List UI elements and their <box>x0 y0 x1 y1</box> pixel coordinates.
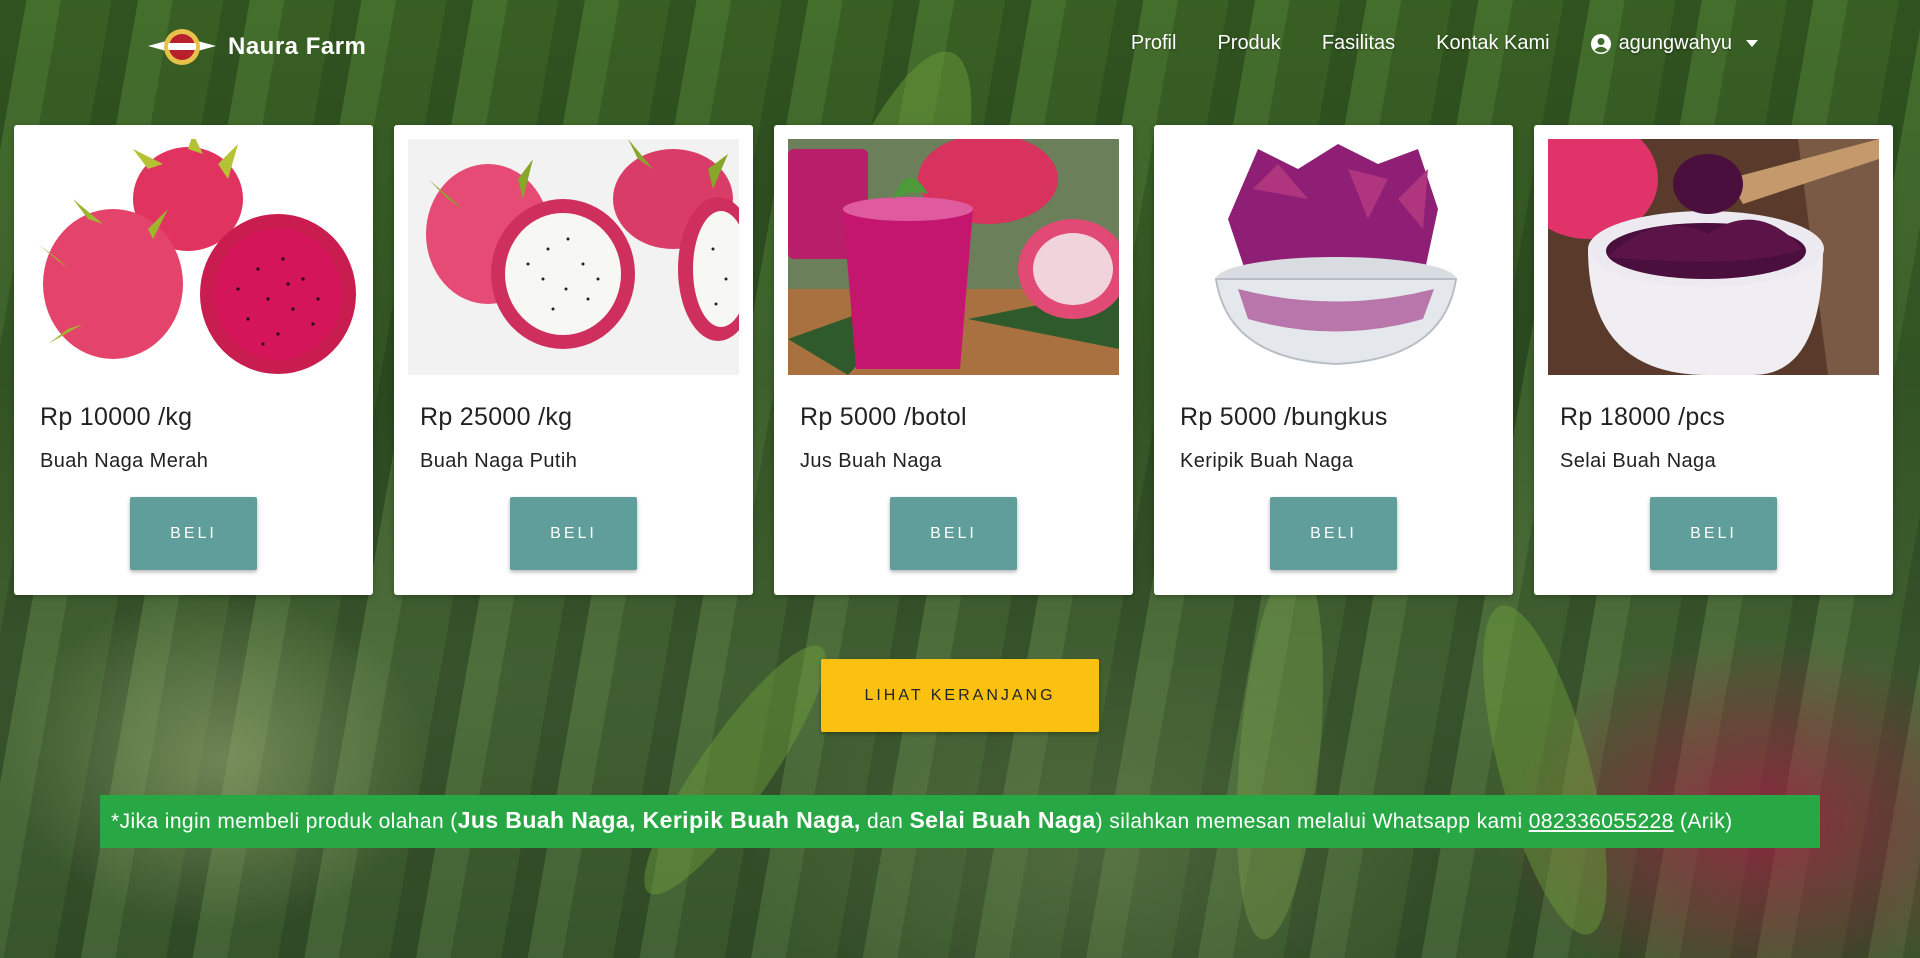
buy-button[interactable]: BELI <box>1270 497 1397 570</box>
product-price: Rp 25000 /kg <box>420 403 573 431</box>
farm-logo-icon <box>148 29 216 65</box>
product-price: Rp 10000 /kg <box>40 403 193 431</box>
buy-button[interactable]: BELI <box>510 497 637 570</box>
product-price: Rp 5000 /botol <box>800 403 967 431</box>
buy-button[interactable]: BELI <box>890 497 1017 570</box>
white-dragon-fruit-image <box>408 139 739 375</box>
background-leaf <box>620 627 850 913</box>
user-circle-icon <box>1590 33 1611 54</box>
product-card: Rp 5000 /botol Jus Buah Naga BELI <box>774 125 1133 595</box>
product-name: Jus Buah Naga <box>800 450 942 472</box>
product-card: Rp 10000 /kg Buah Naga Merah BELI <box>14 125 373 595</box>
dragon-fruit-chips-image <box>1168 139 1499 375</box>
notice-end: (Arik) <box>1673 810 1733 833</box>
product-name: Selai Buah Naga <box>1560 450 1717 472</box>
buy-button[interactable]: BELI <box>1650 497 1777 570</box>
dragon-fruit-jam-image <box>1548 139 1879 375</box>
red-dragon-fruit-image <box>28 139 359 375</box>
nav-link-produk[interactable]: Produk <box>1217 32 1280 55</box>
dragon-fruit-juice-image <box>788 139 1119 375</box>
product-price: Rp 18000 /pcs <box>1560 403 1726 431</box>
background-leaf <box>1223 557 1337 943</box>
nav-link-profil[interactable]: Profil <box>1131 32 1177 55</box>
product-name: Buah Naga Merah <box>40 450 209 472</box>
product-list: Rp 10000 /kg Buah Naga Merah BELI Rp 250… <box>14 125 1893 595</box>
notice-suffix: ) silahkan memesan melalui Whatsapp kami <box>1095 810 1529 833</box>
nav-links: Profil Produk Fasilitas Kontak Kami agun… <box>1131 32 1758 55</box>
whatsapp-phone-link[interactable]: 082336055228 <box>1529 810 1674 833</box>
notice-conjunction: dan <box>860 810 910 833</box>
navbar: Naura Farm Profil Produk Fasilitas Konta… <box>0 0 1920 92</box>
background-leaf <box>1457 594 1633 946</box>
username: agungwahyu <box>1618 32 1732 54</box>
product-card: Rp 18000 /pcs Selai Buah Naga BELI <box>1534 125 1893 595</box>
product-card: Rp 5000 /bungkus Keripik Buah Naga BELI <box>1154 125 1513 595</box>
product-name: Buah Naga Putih <box>420 450 578 472</box>
nav-link-kontak-kami[interactable]: Kontak Kami <box>1436 32 1549 55</box>
buy-button[interactable]: BELI <box>130 497 257 570</box>
notice-prefix: *Jika ingin membeli produk olahan ( <box>111 810 458 833</box>
brand-name: Naura Farm <box>228 33 367 60</box>
notice-bold-product: Selai Buah Naga <box>909 807 1096 833</box>
caret-down-icon <box>1746 40 1758 47</box>
user-menu-dropdown[interactable]: agungwahyu <box>1590 32 1758 55</box>
product-name: Keripik Buah Naga <box>1180 450 1354 472</box>
view-cart-button[interactable]: LIHAT KERANJANG <box>821 659 1099 732</box>
product-price: Rp 5000 /bungkus <box>1180 403 1388 431</box>
nav-link-fasilitas[interactable]: Fasilitas <box>1322 32 1395 55</box>
product-card: Rp 25000 /kg Buah Naga Putih BELI <box>394 125 753 595</box>
whatsapp-order-notice: *Jika ingin membeli produk olahan (Jus B… <box>100 795 1820 848</box>
brand[interactable]: Naura Farm <box>146 26 366 68</box>
notice-bold-products: Jus Buah Naga, Keripik Buah Naga, <box>457 807 861 833</box>
